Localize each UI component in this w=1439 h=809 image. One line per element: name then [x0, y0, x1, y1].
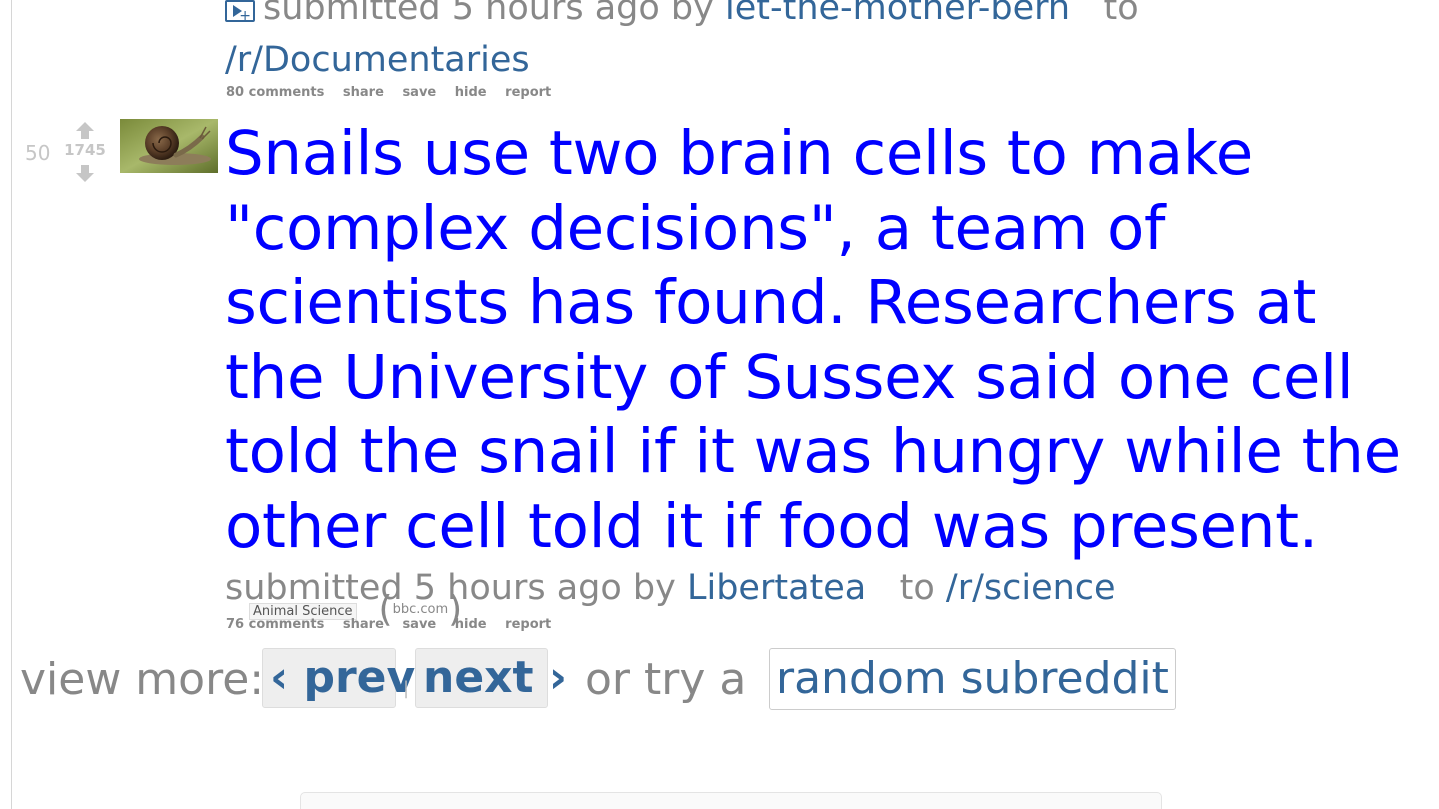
post-rank: 50	[25, 141, 51, 165]
downvote-arrow-icon[interactable]	[75, 164, 95, 184]
comments-link[interactable]: 80 comments	[226, 85, 324, 100]
save-button[interactable]: save	[402, 617, 436, 632]
view-more-label: view more:	[20, 654, 265, 705]
hide-button[interactable]: hide	[455, 85, 487, 100]
page: + submitted 5 hours ago by let-the-mothe…	[0, 0, 1439, 809]
expando-video-icon[interactable]: +	[225, 0, 255, 23]
prev-page-button[interactable]: ‹ prev	[262, 648, 415, 708]
comments-link[interactable]: 76 comments	[226, 617, 324, 632]
or-try-label: or try a	[585, 654, 747, 705]
subreddit-link[interactable]: /r/science	[946, 568, 1116, 608]
post-thumbnail[interactable]	[120, 119, 218, 173]
hide-button[interactable]: hide	[455, 617, 487, 632]
upvote-arrow-icon[interactable]	[75, 120, 95, 140]
author-link[interactable]: let-the-mother-bern	[725, 0, 1070, 28]
post-score: 1745	[64, 141, 106, 159]
prev-post-tagline: submitted 5 hours ago by let-the-mother-…	[263, 0, 1139, 28]
post-title-link[interactable]: Snails use two brain cells to make "comp…	[225, 118, 1401, 562]
share-button[interactable]: share	[343, 617, 384, 632]
post-tagline: submitted 5 hours ago by Libertatea to /…	[225, 568, 1116, 608]
nav-separator: |	[403, 678, 410, 699]
random-subreddit-button[interactable]: random subreddit	[769, 648, 1176, 710]
share-button[interactable]: share	[343, 85, 384, 100]
report-button[interactable]: report	[505, 85, 551, 100]
author-link[interactable]: Libertatea	[687, 568, 866, 608]
tagline-to: to	[1103, 0, 1139, 28]
report-button[interactable]: report	[505, 617, 551, 632]
tagline-to: to	[899, 568, 935, 608]
save-button[interactable]: save	[402, 85, 436, 100]
next-page-button[interactable]: next ›	[415, 648, 567, 708]
left-divider	[11, 0, 12, 809]
tagline-submitted: submitted 5 hours ago by	[225, 568, 676, 608]
footer-box	[300, 792, 1162, 809]
snail-thumbnail-image	[120, 119, 218, 173]
subreddit-link[interactable]: /r/Documentaries	[225, 40, 530, 80]
prev-post-buttons: 80 comments share save hide report	[226, 85, 565, 100]
post-buttons: 76 comments share save hide report	[226, 617, 565, 632]
tagline-submitted: submitted 5 hours ago by	[263, 0, 714, 28]
